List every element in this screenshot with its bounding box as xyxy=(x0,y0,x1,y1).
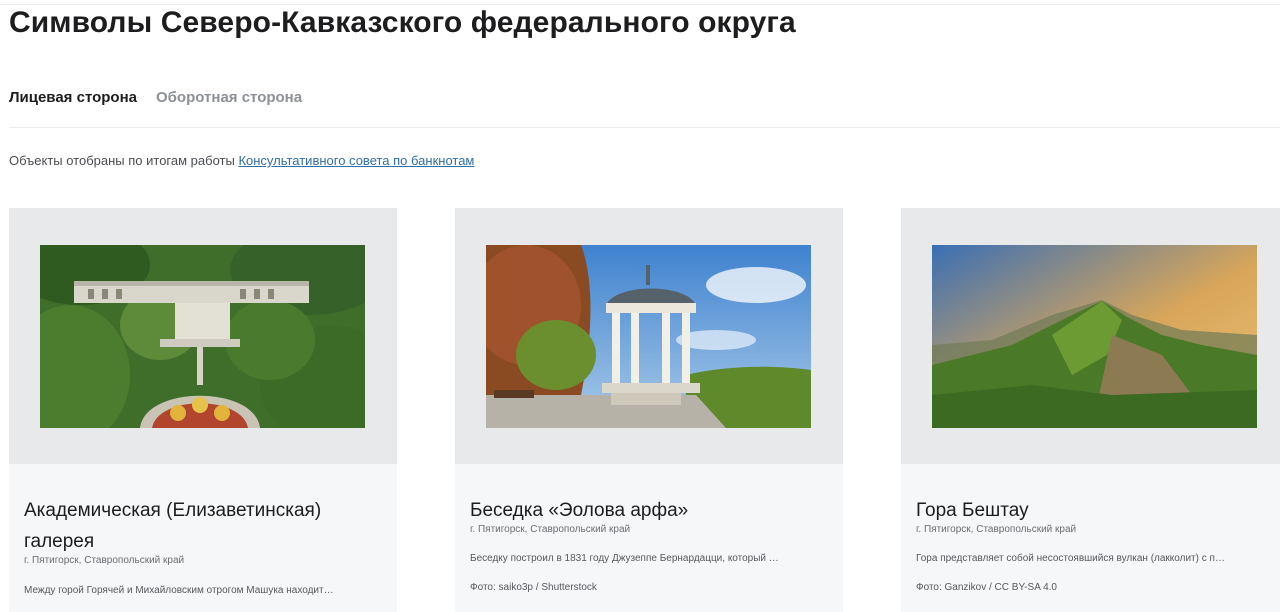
card-media xyxy=(9,208,397,464)
academic-gallery-photo xyxy=(40,245,365,428)
card-location: г. Пятигорск, Ставропольский край xyxy=(470,524,631,535)
side-tabs: Лицевая сторона Оборотная сторона xyxy=(9,89,302,106)
card-description: Гора представляет собой несостоявшийся в… xyxy=(916,553,1225,564)
card-location: г. Пятигорск, Ставропольский край xyxy=(24,555,185,566)
symbol-card-beshtau[interactable]: Гора Бештау г. Пятигорск, Ставропольский… xyxy=(901,208,1280,612)
card-title[interactable]: Академическая (Елизаветинская) галерея xyxy=(24,495,384,557)
top-divider xyxy=(0,4,1280,5)
symbol-card-academic-gallery[interactable]: Академическая (Елизаветинская) галерея г… xyxy=(9,208,397,612)
tabs-divider xyxy=(9,127,1280,128)
card-description: Беседку построил в 1831 году Джузеппе Бе… xyxy=(470,553,779,564)
photo-credit: Фото: saiko3p / Shutterstock xyxy=(470,582,597,593)
selection-note-text: Объекты отобраны по итогам работы xyxy=(9,153,239,168)
card-description: Между горой Горячей и Михайловским отрог… xyxy=(24,585,334,596)
tab-front-side[interactable]: Лицевая сторона xyxy=(9,89,137,106)
card-title[interactable]: Беседка «Эолова арфа» xyxy=(470,495,830,526)
card-media xyxy=(901,208,1280,464)
page-title: Символы Северо-Кавказского федерального … xyxy=(9,6,796,39)
photo-credit: Фото: Ganzikov / CC BY-SA 4.0 xyxy=(916,582,1057,593)
selection-note: Объекты отобраны по итогам работы Консул… xyxy=(9,153,474,168)
symbol-card-aeolian-harp[interactable]: Беседка «Эолова арфа» г. Пятигорск, Став… xyxy=(455,208,843,612)
card-location: г. Пятигорск, Ставропольский край xyxy=(916,524,1077,535)
card-title[interactable]: Гора Бештау xyxy=(916,495,1276,526)
card-media xyxy=(455,208,843,464)
aeolian-harp-gazebo-photo xyxy=(486,245,811,428)
advisory-council-link[interactable]: Консультативного совета по банкнотам xyxy=(238,153,474,168)
beshtau-mountain-photo xyxy=(932,245,1257,428)
tab-back-side[interactable]: Оборотная сторона xyxy=(156,89,302,106)
